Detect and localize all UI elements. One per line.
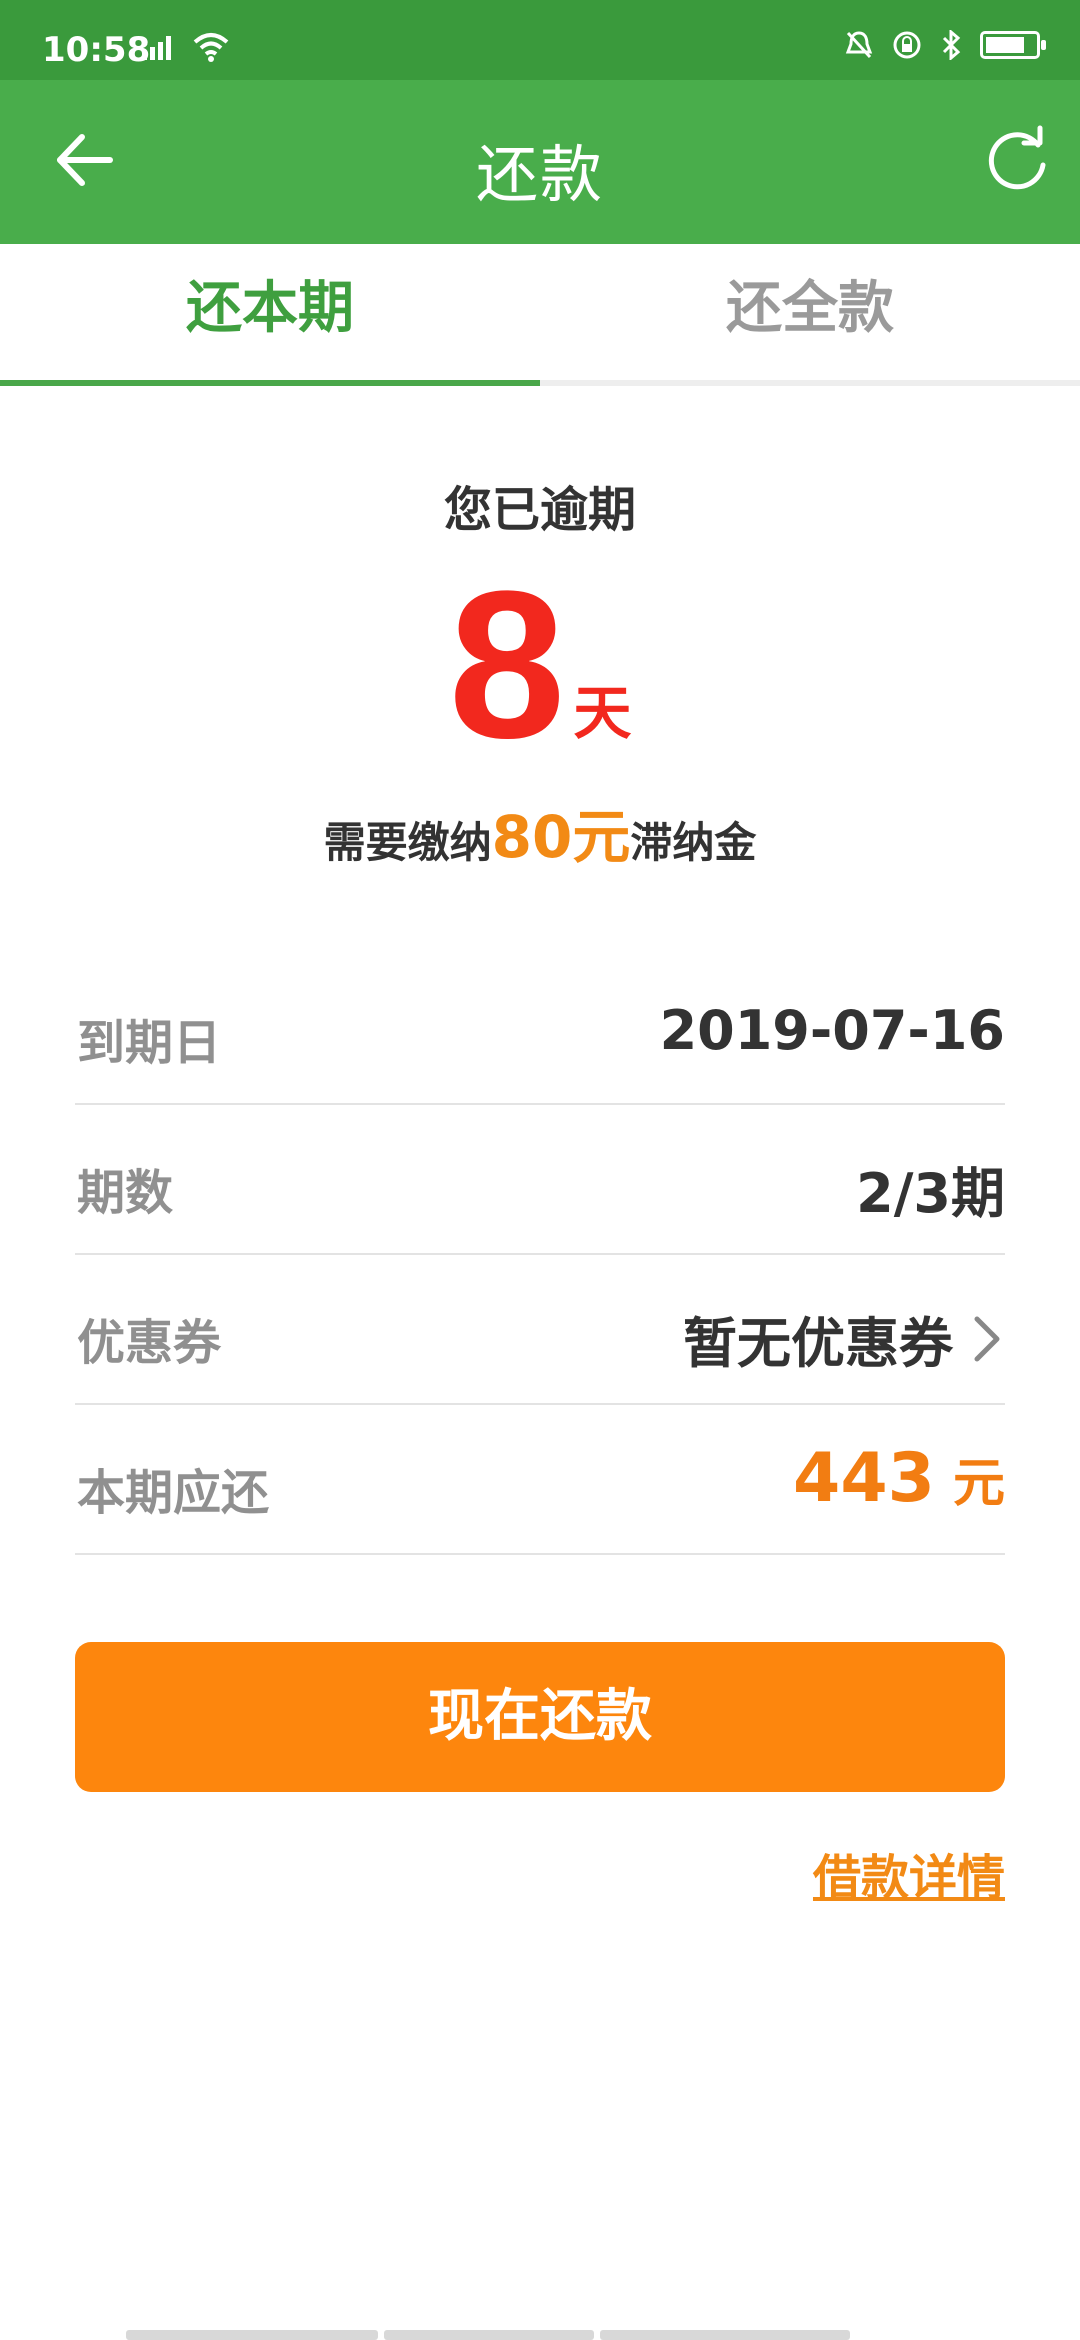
late-fee-amount: 80元: [491, 803, 631, 871]
bottom-nav-handles: [126, 2330, 850, 2340]
late-fee-suffix: 滞纳金: [630, 818, 757, 867]
signal-icon: [142, 36, 171, 60]
pay-now-button[interactable]: 现在还款: [75, 1642, 1005, 1792]
status-bar: 10:58: [0, 0, 1080, 80]
coupon-row[interactable]: 优惠券 暂无优惠券: [75, 1255, 1005, 1405]
status-time: 10:58: [42, 30, 151, 70]
tab-divider: [540, 380, 1080, 386]
tab-active-indicator: [0, 380, 540, 386]
refresh-icon[interactable]: [982, 125, 1052, 195]
period-label: 期数: [77, 1165, 174, 1221]
nav-handle: [600, 2330, 850, 2340]
loan-details-link[interactable]: 借款详情: [813, 1838, 1005, 1908]
chevron-right-icon: [974, 1316, 1000, 1361]
lock-icon: [893, 31, 921, 59]
late-fee-prefix: 需要缴纳: [323, 818, 492, 867]
amount-due-value-wrap: 443 元: [793, 1439, 1005, 1518]
app-header: 还款: [0, 80, 1080, 244]
period-value: 2/3期: [856, 1162, 1005, 1225]
coupon-value-wrap: 暂无优惠券: [683, 1299, 1005, 1378]
overdue-days: 8天: [0, 560, 1080, 770]
amount-due-unit: 元: [952, 1454, 1005, 1514]
status-icons-right: [844, 30, 1046, 60]
nav-handle: [126, 2330, 378, 2340]
amount-due-label: 本期应还: [77, 1465, 270, 1521]
overdue-days-unit: 天: [573, 679, 632, 747]
tab-current-period[interactable]: 还本期: [0, 244, 540, 386]
overdue-days-number: 8: [448, 547, 566, 782]
due-date-value: 2019-07-16: [659, 999, 1005, 1062]
battery-icon: [980, 31, 1046, 59]
alarm-off-icon: [845, 31, 873, 59]
overdue-label: 您已逾期: [443, 482, 636, 538]
late-fee-text: 需要缴纳80元滞纳金: [0, 790, 1080, 874]
nav-handle: [384, 2330, 594, 2340]
amount-due-value: 443: [793, 1439, 935, 1518]
coupon-label: 优惠券: [77, 1315, 222, 1371]
bluetooth-icon: [942, 30, 961, 60]
tab-bar: 还本期 还全款: [0, 244, 1080, 386]
status-icons-left: [140, 32, 230, 70]
due-date-row: 到期日 2019-07-16: [75, 955, 1005, 1105]
coupon-value: 暂无优惠券: [683, 1312, 953, 1375]
tab-full-payment[interactable]: 还全款: [540, 244, 1080, 386]
page-title: 还款: [475, 138, 604, 211]
repayment-details: 到期日 2019-07-16 期数 2/3期 优惠券 暂无优惠券 本期应还 44…: [75, 955, 1005, 1555]
period-row: 期数 2/3期: [75, 1105, 1005, 1255]
due-date-label: 到期日: [77, 1015, 222, 1071]
wifi-icon: [193, 33, 228, 62]
amount-due-row: 本期应还 443 元: [75, 1405, 1005, 1555]
